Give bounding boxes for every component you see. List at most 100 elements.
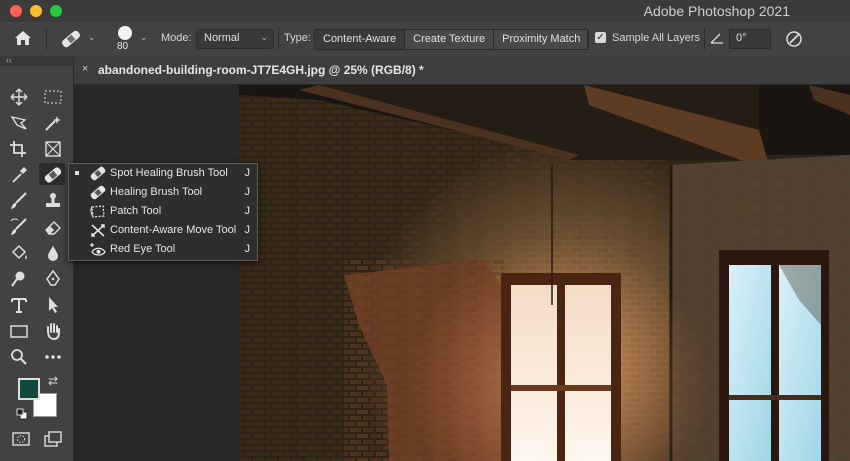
flyout-item-shortcut: J — [244, 167, 251, 179]
magic-wand-tool[interactable] — [40, 112, 66, 134]
separator — [278, 28, 279, 50]
spot-healing-brush-icon — [61, 30, 81, 48]
separator — [46, 28, 47, 50]
eyedropper-icon — [12, 167, 27, 183]
brush-icon — [11, 192, 27, 209]
flyout-item-label: Patch Tool — [110, 205, 162, 217]
spot-healing-brush-icon — [44, 167, 62, 183]
foreground-color-swatch[interactable] — [18, 378, 40, 400]
default-colors-icon[interactable] — [16, 408, 28, 420]
chevron-down-icon: ⌄ — [260, 32, 268, 42]
edit-toolbar-button[interactable] — [40, 346, 66, 368]
blur-tool[interactable] — [40, 242, 66, 264]
mode-value: Normal — [204, 32, 240, 44]
eraser-icon — [45, 221, 61, 235]
content-aware-move-icon — [91, 224, 105, 237]
magic-wand-icon — [45, 116, 61, 131]
rectangle-tool[interactable] — [6, 320, 32, 342]
screen-mode-icon — [44, 431, 62, 447]
flyout-item-red-eye[interactable]: Red Eye Tool J — [69, 240, 257, 259]
pen-icon — [46, 270, 60, 286]
flyout-item-label: Red Eye Tool — [110, 243, 176, 255]
pen-tool[interactable] — [40, 268, 66, 290]
home-icon — [15, 31, 31, 45]
flyout-item-shortcut: J — [244, 205, 251, 217]
flyout-item-shortcut: J — [244, 224, 251, 236]
separator — [704, 28, 705, 50]
healing-tools-flyout: Spot Healing Brush Tool J Healing Brush … — [68, 163, 258, 261]
brush-preset-picker[interactable]: 80 ⌄ — [112, 24, 150, 54]
screen-mode-button[interactable] — [40, 428, 66, 450]
path-selection-tool[interactable] — [40, 294, 66, 316]
brush-size-value: 80 — [117, 41, 129, 52]
healing-tool-group[interactable] — [39, 163, 65, 185]
options-bar: ⌄ 80 ⌄ Mode: Normal ⌄ Type: Content-Awar… — [0, 22, 850, 57]
type-tool[interactable] — [6, 294, 32, 316]
type-option-content-aware[interactable]: Content-Aware — [315, 30, 406, 49]
brush-tool[interactable] — [6, 190, 32, 212]
clone-stamp-tool[interactable] — [40, 190, 66, 212]
tools-panel-header[interactable]: ‹‹ — [0, 55, 73, 66]
chevron-down-icon: ⌄ — [140, 32, 148, 42]
angle-input[interactable]: 0° — [729, 29, 771, 49]
close-tab-icon[interactable]: × — [82, 63, 88, 75]
history-brush-tool[interactable] — [6, 216, 32, 238]
flyout-item-content-aware-move[interactable]: Content-Aware Move Tool J — [69, 221, 257, 240]
frame-tool[interactable] — [40, 138, 66, 160]
flyout-item-shortcut: J — [244, 186, 251, 198]
dodge-icon — [11, 271, 25, 287]
magnifier-icon — [11, 349, 27, 365]
window-minimize-button[interactable] — [30, 5, 42, 17]
hand-icon — [47, 323, 60, 340]
home-button[interactable] — [12, 28, 36, 50]
eyedropper-tool[interactable] — [6, 164, 32, 186]
quick-mask-button[interactable] — [8, 428, 34, 450]
title-bar: Adobe Photoshop 2021 — [0, 0, 850, 22]
mode-select[interactable]: Normal ⌄ — [196, 29, 274, 49]
type-icon — [11, 298, 27, 313]
history-brush-icon — [10, 218, 27, 235]
move-tool[interactable] — [6, 86, 32, 108]
angle-icon — [710, 33, 723, 44]
clone-stamp-icon — [46, 193, 60, 207]
crop-tool[interactable] — [6, 138, 32, 160]
flyout-item-shortcut: J — [244, 243, 251, 255]
lasso-tool[interactable] — [6, 112, 32, 134]
separator — [587, 28, 588, 50]
lasso-icon — [10, 115, 27, 130]
marquee-tool[interactable] — [40, 86, 66, 108]
type-option-proximity-match[interactable]: Proximity Match — [494, 30, 589, 49]
flyout-item-patch[interactable]: Patch Tool J — [69, 202, 257, 221]
abandoned-room-photo — [239, 85, 850, 461]
window-maximize-button[interactable] — [50, 5, 62, 17]
tool-preset-picker[interactable]: ⌄ — [58, 28, 98, 50]
dodge-tool[interactable] — [6, 268, 32, 290]
paint-bucket-tool[interactable] — [6, 242, 32, 264]
window-close-button[interactable] — [10, 5, 22, 17]
collapse-icon[interactable]: ‹‹ — [6, 55, 12, 65]
spot-healing-brush-icon — [90, 166, 106, 181]
red-eye-icon — [90, 243, 106, 256]
canvas-area[interactable] — [74, 85, 850, 461]
hand-tool[interactable] — [40, 320, 66, 342]
frame-icon — [45, 141, 61, 157]
document-tab[interactable]: × abandoned-building-room-JT7E4GH.jpg @ … — [74, 56, 850, 85]
pressure-size-icon[interactable] — [784, 29, 804, 49]
rectangle-icon — [10, 325, 28, 338]
type-label: Type: — [284, 32, 311, 44]
angle-value: 0° — [736, 32, 747, 44]
flyout-item-spot-healing-brush[interactable]: Spot Healing Brush Tool J — [69, 164, 257, 183]
sample-all-layers-label: Sample All Layers — [612, 32, 701, 44]
document-image[interactable] — [239, 85, 850, 461]
swap-colors-icon[interactable]: ⇄ — [48, 374, 58, 388]
eraser-tool[interactable] — [40, 216, 66, 238]
zoom-tool[interactable] — [6, 346, 32, 368]
flyout-item-healing-brush[interactable]: Healing Brush Tool J — [69, 183, 257, 202]
type-option-create-texture[interactable]: Create Texture — [405, 30, 495, 49]
rectangular-marquee-icon — [44, 90, 62, 104]
sample-all-layers-checkbox[interactable]: ✓ — [595, 32, 606, 43]
mode-label: Mode: — [161, 32, 192, 44]
flyout-item-label: Healing Brush Tool — [110, 186, 203, 198]
patch-icon — [90, 205, 105, 218]
type-segmented-control: Content-Aware Create Texture Proximity M… — [314, 29, 590, 50]
